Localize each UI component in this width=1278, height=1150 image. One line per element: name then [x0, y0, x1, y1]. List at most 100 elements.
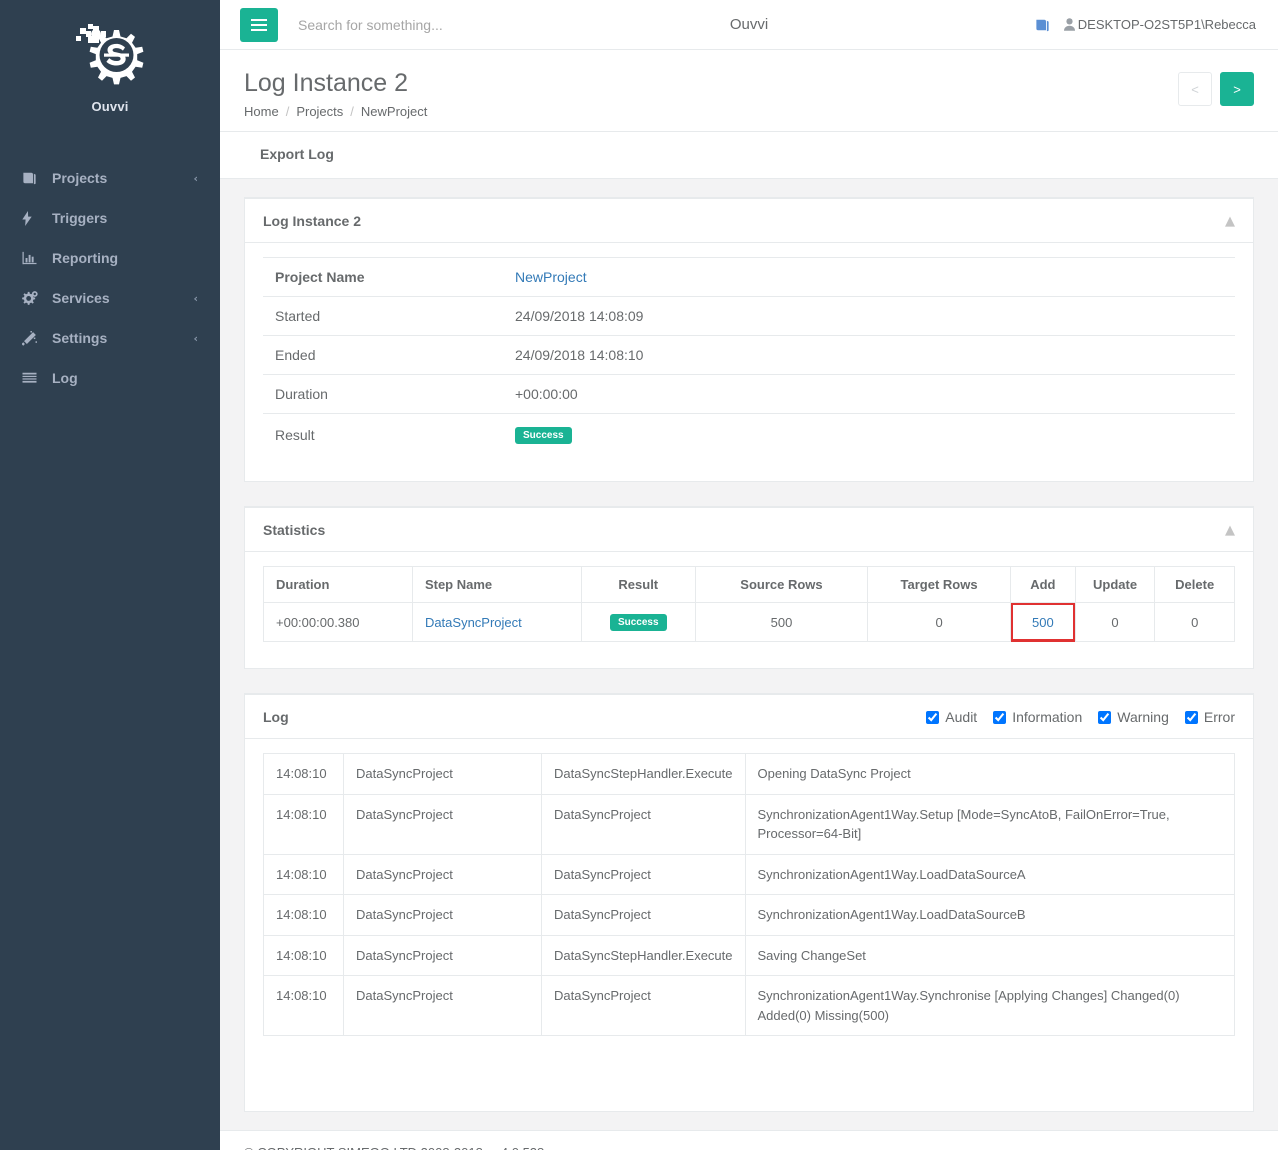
sidebar-item-label: Log [52, 370, 78, 386]
column-header-target-rows: Target Rows [867, 566, 1012, 603]
cell-message: Opening DataSync Project [744, 753, 1235, 795]
step-name-link[interactable]: DataSyncProject [425, 615, 522, 630]
cell-time: 14:08:10 [263, 975, 344, 1036]
filter-audit-checkbox[interactable] [926, 710, 940, 724]
page-nav-buttons: < > [1178, 68, 1254, 106]
list-icon [22, 371, 42, 385]
cell-delete: 0 [1154, 602, 1235, 642]
table-row: +00:00:00.380 DataSyncProject Success 50… [263, 602, 1235, 642]
filter-information-checkbox[interactable] [993, 710, 1007, 724]
panel-body: Duration Step Name Result Source Rows Ta… [245, 552, 1253, 668]
filter-label: Error [1203, 709, 1235, 725]
filter-audit[interactable]: Audit [926, 709, 977, 725]
cell-message: SynchronizationAgent1Way.Synchronise [Ap… [744, 975, 1235, 1036]
table-body: +00:00:00.380 DataSyncProject Success 50… [263, 602, 1235, 642]
panel-title: Statistics [263, 522, 326, 538]
cell-add[interactable]: 500 [1010, 602, 1076, 642]
cell-time: 14:08:10 [263, 793, 344, 855]
brand-name: Ouvvi [91, 99, 129, 114]
search-input[interactable] [296, 15, 556, 34]
previous-button[interactable]: < [1178, 72, 1212, 106]
panel-title: Log Instance 2 [263, 213, 362, 229]
page-header: Log Instance 2 Home / Projects / NewProj… [220, 50, 1278, 132]
chevron-left-icon: ‹ [193, 171, 198, 185]
filter-error[interactable]: Error [1184, 709, 1235, 725]
topbar: Ouvvi DESKTOP-O2ST5P1\Rebecca [220, 0, 1278, 50]
magic-wand-icon [22, 330, 42, 346]
next-button[interactable]: > [1220, 72, 1254, 106]
book-icon[interactable] [1035, 18, 1050, 32]
detail-row: Result Success [263, 413, 1235, 455]
sidebar-item-triggers[interactable]: Triggers [0, 198, 220, 238]
breadcrumb: Home / Projects / NewProject [244, 104, 1178, 119]
filter-label: Audit [945, 709, 978, 725]
sidebar-item-settings[interactable]: Settings ‹ [0, 318, 220, 358]
cell-step: DataSyncProject [541, 894, 746, 936]
column-header-delete: Delete [1154, 566, 1235, 603]
cell-step: DataSyncProject [541, 853, 746, 895]
main-area: Ouvvi DESKTOP-O2ST5P1\Rebecca Log Instan… [220, 0, 1278, 1150]
gears-icon [22, 291, 42, 305]
log-instance-panel: Log Instance 2 ▲ Project Name NewProject… [244, 197, 1254, 482]
cell-project: DataSyncProject [343, 753, 542, 795]
filter-error-checkbox[interactable] [1184, 710, 1198, 724]
sidebar-item-log[interactable]: Log [0, 358, 220, 398]
breadcrumb-item-home[interactable]: Home [244, 104, 279, 119]
export-log-button[interactable]: Export Log [260, 146, 334, 162]
breadcrumb-item-newproject[interactable]: NewProject [361, 104, 427, 119]
table-header-row: Duration Step Name Result Source Rows Ta… [263, 566, 1235, 603]
detail-row: Started 24/09/2018 14:08:09 [263, 296, 1235, 335]
sidebar-item-projects[interactable]: Projects ‹ [0, 158, 220, 198]
filter-information[interactable]: Information [993, 709, 1082, 725]
hamburger-icon[interactable] [240, 7, 278, 42]
table-row: 14:08:10 DataSyncProject DataSyncProject… [263, 975, 1235, 1036]
chevron-up-icon[interactable]: ▲ [1225, 214, 1235, 229]
table-row: 14:08:10 DataSyncProject DataSyncProject… [263, 894, 1235, 936]
column-header-duration: Duration [263, 566, 413, 603]
log-filters: Audit Information Warning Error [926, 709, 1235, 725]
breadcrumb-separator: / [285, 104, 290, 119]
cell-message: SynchronizationAgent1Way.LoadDataSourceA [744, 853, 1235, 895]
cell-project: DataSyncProject [343, 934, 542, 976]
project-name-link[interactable]: NewProject [515, 269, 587, 285]
breadcrumb-item-projects[interactable]: Projects [296, 104, 343, 119]
cell-project: DataSyncProject [343, 975, 542, 1036]
copyright-text: © COPYRIGHT SIMEGO LTD 2008-2018 - v4.0.… [244, 1145, 544, 1150]
cell-message: SynchronizationAgent1Way.LoadDataSourceB [744, 894, 1235, 936]
sidebar-item-reporting[interactable]: Reporting [0, 238, 220, 278]
sidebar-item-label: Triggers [52, 210, 108, 226]
panel-body: Project Name NewProject Started 24/09/20… [245, 243, 1253, 481]
detail-label: Ended [275, 347, 316, 363]
brand[interactable]: Ouvvi [0, 0, 220, 128]
chevron-left-icon: ‹ [193, 331, 198, 345]
sidebar-item-services[interactable]: Services ‹ [0, 278, 220, 318]
status-badge: Success [609, 614, 667, 631]
status-badge: Success [515, 427, 572, 444]
sidebar-item-label: Services [52, 290, 110, 306]
cell-project: DataSyncProject [343, 793, 542, 855]
user-name[interactable]: DESKTOP-O2ST5P1\Rebecca [1078, 17, 1256, 32]
content: Log Instance 2 ▲ Project Name NewProject… [220, 179, 1278, 1130]
column-header-update: Update [1074, 566, 1156, 603]
filter-warning-checkbox[interactable] [1098, 710, 1112, 724]
panel-title: Log [263, 709, 289, 725]
column-header-add: Add [1010, 566, 1076, 603]
chevron-left-icon: ‹ [193, 291, 198, 305]
filter-label: Information [1012, 709, 1083, 725]
cell-time: 14:08:10 [263, 853, 344, 895]
sidebar-item-label: Reporting [52, 250, 119, 266]
detail-row: Project Name NewProject [263, 257, 1235, 296]
ouvvi-gear-logo-icon [0, 22, 220, 93]
filter-warning[interactable]: Warning [1098, 709, 1169, 725]
cell-time: 14:08:10 [263, 894, 344, 936]
detail-value: NewProject [515, 269, 1223, 285]
chevron-up-icon[interactable]: ▲ [1225, 523, 1235, 538]
detail-label: Started [275, 308, 321, 324]
statistics-table: Duration Step Name Result Source Rows Ta… [263, 566, 1235, 642]
cell-target-rows: 0 [867, 602, 1012, 642]
panel-header: Log Instance 2 ▲ [245, 199, 1253, 243]
cell-update: 0 [1074, 602, 1156, 642]
user-icon [1063, 18, 1075, 31]
detail-label: Result [275, 426, 315, 443]
page-title: Log Instance 2 [244, 69, 409, 97]
